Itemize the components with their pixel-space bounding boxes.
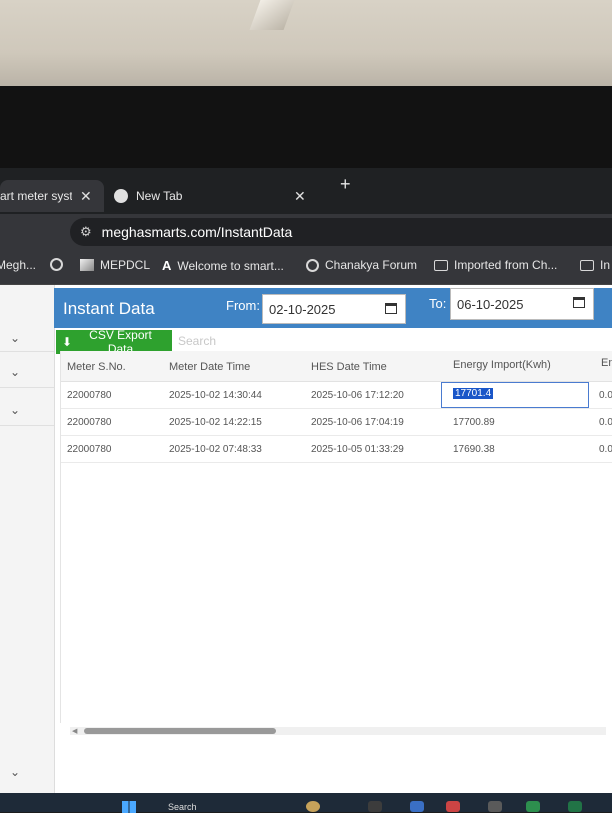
bookmark-label: In — [600, 258, 611, 272]
mepdcl-logo-icon — [80, 259, 94, 271]
meter-serial-cell: 22000780 — [67, 444, 112, 455]
taskbar-app-icon[interactable] — [526, 801, 540, 812]
energy-import-cell[interactable]: 17701.4 — [453, 388, 494, 399]
hes-datetime-cell: 2025-10-05 01:33:29 — [311, 444, 404, 455]
bookmark-label: Chanakya Forum — [325, 258, 418, 272]
bookmark-imported[interactable]: Imported from Ch... — [434, 258, 557, 272]
taskbar-search[interactable]: Search — [168, 802, 197, 812]
energy-import-cell: 17700.89 — [453, 417, 495, 428]
search-placeholder: Search — [178, 334, 217, 348]
letter-a-icon: A — [162, 258, 172, 273]
to-date-value: 06-10-2025 — [457, 296, 524, 312]
page-title: Instant Data — [63, 299, 155, 318]
globe-icon — [50, 258, 63, 271]
column-header[interactable]: Meter Date Time — [169, 361, 250, 373]
close-tab-icon[interactable]: ✕ — [80, 188, 92, 205]
sidebar: ⌄ ⌄ ⌄ ⌄ — [0, 285, 55, 793]
scrollbar-thumb[interactable] — [84, 728, 276, 734]
extra-cell: 0.0 — [599, 417, 612, 428]
chevron-down-icon[interactable]: ⌄ — [10, 331, 20, 345]
from-date-input[interactable]: 02-10-2025 — [262, 294, 406, 324]
meter-datetime-cell: 2025-10-02 14:22:15 — [169, 417, 262, 428]
bookmark-label: Welcome to smart... — [177, 258, 284, 273]
table-row[interactable]: 22000780 2025-10-02 14:22:15 2025-10-06 … — [61, 409, 612, 436]
table-row[interactable]: 22000780 2025-10-02 14:30:44 2025-10-06 … — [61, 382, 612, 409]
tab-title: New Tab — [136, 189, 183, 203]
sidebar-divider — [0, 351, 54, 352]
horizontal-scrollbar[interactable]: ◀ — [70, 727, 606, 735]
table-header: Meter S.No. Meter Date Time HES Date Tim… — [61, 351, 612, 382]
chevron-down-icon[interactable]: ⌄ — [10, 365, 20, 379]
from-date-value: 02-10-2025 — [269, 301, 336, 317]
calendar-icon[interactable] — [385, 303, 397, 314]
column-header[interactable]: En — [601, 357, 612, 369]
globe-icon — [306, 258, 319, 272]
taskbar-app-icon[interactable] — [368, 801, 382, 812]
taskbar-app-icon[interactable] — [446, 801, 460, 812]
to-label: To: — [429, 296, 447, 311]
page-content: ⌄ ⌄ ⌄ ⌄ Instant Data From: 02-10-2025 To… — [0, 285, 612, 793]
address-bar: ⚙ meghasmarts.com/InstantData — [0, 214, 612, 250]
folder-icon — [580, 259, 594, 271]
data-table: Meter S.No. Meter Date Time HES Date Tim… — [60, 351, 612, 723]
meter-datetime-cell: 2025-10-02 14:30:44 — [169, 390, 262, 401]
tab-new-tab[interactable]: New Tab ✕ — [114, 180, 324, 212]
taskbar-app-icon[interactable] — [488, 801, 502, 812]
new-tab-plus-icon[interactable]: + — [340, 174, 351, 195]
site-settings-icon[interactable]: ⚙ — [80, 224, 92, 240]
bookmark-chanakya[interactable]: Chanakya Forum — [306, 258, 417, 272]
taskbar-app-icon[interactable] — [306, 801, 320, 812]
table-row[interactable]: 22000780 2025-10-02 07:48:33 2025-10-05 … — [61, 436, 612, 463]
calendar-icon[interactable] — [573, 297, 585, 308]
bookmarks-bar: Megh... MEPDCL A Welcome to smart... Chan… — [0, 250, 612, 285]
chevron-down-icon[interactable]: ⌄ — [10, 765, 20, 779]
energy-import-cell: 17690.38 — [453, 444, 495, 455]
meter-serial-cell: 22000780 — [67, 390, 112, 401]
to-date-input[interactable]: 06-10-2025 — [450, 288, 594, 320]
extra-cell: 0.0 — [599, 444, 612, 455]
bookmark-label: Imported from Ch... — [454, 258, 558, 272]
search-input[interactable]: Search — [174, 330, 428, 352]
taskbar-app-icon[interactable] — [410, 801, 424, 812]
taskbar: Search — [0, 793, 612, 813]
sidebar-divider — [0, 387, 54, 388]
taskbar-excel-icon[interactable] — [568, 801, 582, 812]
page-header: Instant Data From: 02-10-2025 To: 06-10-… — [54, 288, 612, 328]
bookmark-globe[interactable] — [50, 258, 69, 271]
bookmark-megh[interactable]: Megh... — [0, 258, 36, 272]
wall-corner — [249, 0, 295, 30]
bookmark-label: MEPDCL — [100, 258, 151, 272]
chrome-icon — [114, 189, 128, 203]
column-header[interactable]: Energy Import(Kwh) — [453, 359, 551, 371]
monitor-bezel — [0, 86, 612, 168]
bookmark-label: Megh... — [0, 258, 37, 272]
tab-title: art meter syste — [0, 189, 72, 203]
chevron-down-icon[interactable]: ⌄ — [10, 403, 20, 417]
download-icon: ⬇ — [62, 335, 73, 349]
column-header[interactable]: HES Date Time — [311, 361, 387, 373]
background-wall — [0, 0, 612, 88]
bookmark-welcome[interactable]: A Welcome to smart... — [162, 258, 284, 273]
meter-datetime-cell: 2025-10-02 07:48:33 — [169, 444, 262, 455]
from-label: From: — [226, 298, 260, 313]
scroll-left-arrow-icon[interactable]: ◀ — [72, 727, 77, 735]
hes-datetime-cell: 2025-10-06 17:04:19 — [311, 417, 404, 428]
tab-smart-meter[interactable]: art meter syste ✕ — [0, 180, 104, 212]
url-text: meghasmarts.com/InstantData — [101, 224, 293, 240]
tab-bar: art meter syste ✕ New Tab ✕ — [0, 168, 612, 214]
url-field[interactable]: ⚙ meghasmarts.com/InstantData — [70, 218, 612, 246]
bookmark-mepdcl[interactable]: MEPDCL — [80, 258, 150, 272]
sidebar-divider — [0, 425, 54, 426]
hes-datetime-cell: 2025-10-06 17:12:20 — [311, 390, 404, 401]
folder-icon — [434, 259, 448, 271]
windows-start-icon[interactable] — [122, 801, 136, 813]
meter-serial-cell: 22000780 — [67, 417, 112, 428]
extra-cell: 0.0 — [599, 390, 612, 401]
close-tab-icon[interactable]: ✕ — [294, 188, 306, 205]
column-header[interactable]: Meter S.No. — [67, 361, 126, 373]
bookmark-in[interactable]: In — [580, 258, 610, 272]
